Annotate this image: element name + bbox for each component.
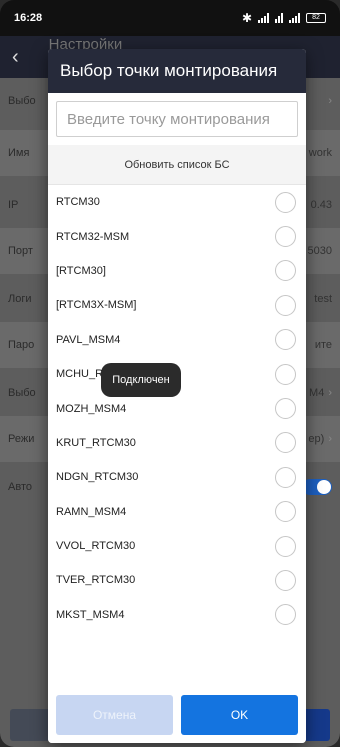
settings-row-value: M4: [309, 387, 325, 399]
bluetooth-icon: ✱: [241, 11, 252, 25]
settings-row-value: ep): [308, 433, 325, 445]
radio-button[interactable]: [275, 501, 296, 523]
mountpoint-item[interactable]: KRUT_RTCM30: [48, 426, 306, 460]
back-arrow-icon[interactable]: ‹: [12, 46, 19, 69]
mountpoint-name: RTCM30: [56, 196, 100, 209]
signal-icon: [258, 13, 269, 23]
radio-button[interactable]: [275, 226, 296, 248]
settings-row-value: 0.43: [310, 199, 332, 211]
dialog-title: Выбор точки монтирования: [48, 49, 306, 93]
mountpoint-item[interactable]: [RTCM30]: [48, 254, 306, 288]
chevron-right-icon: ›: [328, 387, 332, 399]
mountpoint-name: RAMN_MSM4: [56, 505, 127, 518]
mountpoint-item[interactable]: NDGN_RTCM30: [48, 460, 306, 494]
radio-button[interactable]: [275, 604, 296, 626]
chevron-right-icon: ›: [328, 433, 332, 445]
mountpoint-name: KRUT_RTCM30: [56, 436, 136, 449]
mountpoint-name: MKST_MSM4: [56, 608, 125, 621]
mountpoint-list: RTCM30 RTCM32-MSM [RTCM30] [RTCM3X-MSM] PAVL…: [48, 185, 306, 685]
mountpoint-item[interactable]: MKST_MSM4: [48, 598, 306, 632]
mountpoint-name: TVER_RTCM30: [56, 574, 136, 587]
radio-button[interactable]: [275, 432, 296, 454]
radio-button[interactable]: [275, 466, 296, 488]
radio-button[interactable]: [275, 294, 296, 316]
status-icons: ✱ 82: [242, 11, 326, 25]
phone-screen: 16:28 ✱ 82 ‹ Настройки Выбо › Имя work IP 0.4…: [0, 0, 340, 747]
battery-icon: 82: [306, 13, 326, 23]
radio-button[interactable]: [275, 191, 296, 213]
radio-button[interactable]: [275, 363, 296, 385]
radio-button[interactable]: [275, 329, 296, 351]
mountpoint-search-input[interactable]: [56, 101, 298, 137]
mountpoint-name: NDGN_RTCM30: [56, 471, 139, 484]
mountpoint-name: [RTCM30]: [56, 264, 106, 277]
settings-row-value: 5030: [307, 245, 332, 257]
chevron-right-icon: ›: [328, 95, 332, 107]
search-container: [48, 93, 306, 145]
mountpoint-item[interactable]: VVOL_RTCM30: [48, 529, 306, 563]
dialog-buttons: Отмена OK: [48, 685, 306, 743]
cancel-button[interactable]: Отмена: [56, 695, 173, 735]
mountpoint-item[interactable]: MOZH_MSM4: [48, 391, 306, 425]
settings-row-value: ите: [314, 339, 332, 351]
settings-row-value: test: [314, 293, 332, 305]
mountpoint-item[interactable]: RAMN_MSM4: [48, 495, 306, 529]
settings-row-value: work: [308, 147, 332, 159]
toast-message: Подключен: [101, 363, 181, 397]
mountpoint-item[interactable]: RTCM30: [48, 185, 306, 219]
radio-button[interactable]: [275, 569, 296, 591]
radio-button[interactable]: [275, 535, 296, 557]
mountpoint-item[interactable]: [RTCM3X-MSM]: [48, 288, 306, 322]
status-time: 16:28: [14, 12, 43, 24]
mountpoint-name: VVOL_RTCM30: [56, 540, 136, 553]
status-bar: 16:28 ✱ 82: [0, 0, 340, 36]
mountpoint-dialog: Выбор точки монтирования Обновить список…: [48, 49, 306, 743]
radio-button[interactable]: [275, 260, 296, 282]
mountpoint-name: RTCM32-MSM: [56, 230, 130, 243]
mountpoint-name: [RTCM3X-MSM]: [56, 299, 137, 312]
mountpoint-name: PAVL_MSM4: [56, 333, 121, 346]
radio-button[interactable]: [275, 398, 296, 420]
mountpoint-item[interactable]: PAVL_MSM4: [48, 323, 306, 357]
ok-button[interactable]: OK: [181, 695, 298, 735]
mountpoint-item[interactable]: RTCM32-MSM: [48, 219, 306, 253]
signal-icon-2: [289, 13, 300, 23]
wifi-icon: [275, 13, 283, 23]
auto-toggle[interactable]: [302, 479, 332, 495]
mountpoint-name: MOZH_MSM4: [56, 402, 127, 415]
refresh-station-list-button[interactable]: Обновить список БС: [48, 145, 306, 185]
mountpoint-item[interactable]: TVER_RTCM30: [48, 563, 306, 597]
